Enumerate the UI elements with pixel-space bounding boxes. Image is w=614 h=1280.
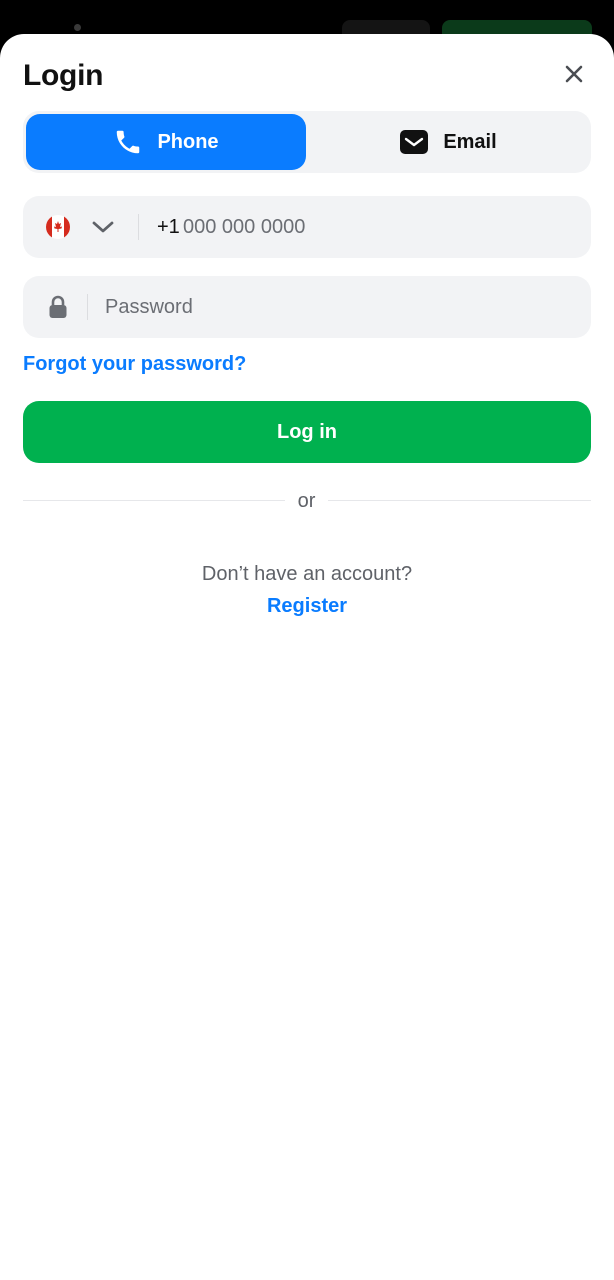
status-dot [74,24,81,31]
lock-icon [49,295,67,318]
field-divider [138,214,139,240]
dial-code: +1 [157,216,180,238]
page-title: Login [23,59,104,92]
phone-field: +1 [23,196,591,258]
phone-input[interactable] [183,210,573,244]
password-input[interactable] [105,290,565,324]
email-icon [399,129,429,155]
tab-email-label: Email [443,130,497,153]
phone-icon [113,127,143,157]
tab-phone[interactable]: Phone [26,114,306,170]
register-link[interactable]: Register [267,595,347,617]
login-method-tabs: Phone Email [23,111,591,173]
tab-phone-label: Phone [157,130,219,153]
divider-line-right [328,500,591,501]
forgot-password-link[interactable]: Forgot your password? [23,351,246,377]
tab-email[interactable]: Email [308,114,588,170]
divider-line-left [23,500,285,501]
field-divider [87,294,88,320]
close-button[interactable] [558,58,590,90]
close-icon [565,65,583,83]
login-sheet: Login Phone Email +1 000 000 0000 Forgot… [0,34,614,1280]
login-button[interactable]: Log in [23,401,591,463]
canada-flag-icon[interactable] [46,215,70,239]
password-field [23,276,591,338]
register-row: Register [0,593,614,619]
divider-label: or [297,490,316,512]
no-account-prompt: Don’t have an account? [201,563,413,585]
chevron-down-icon[interactable] [91,216,115,238]
